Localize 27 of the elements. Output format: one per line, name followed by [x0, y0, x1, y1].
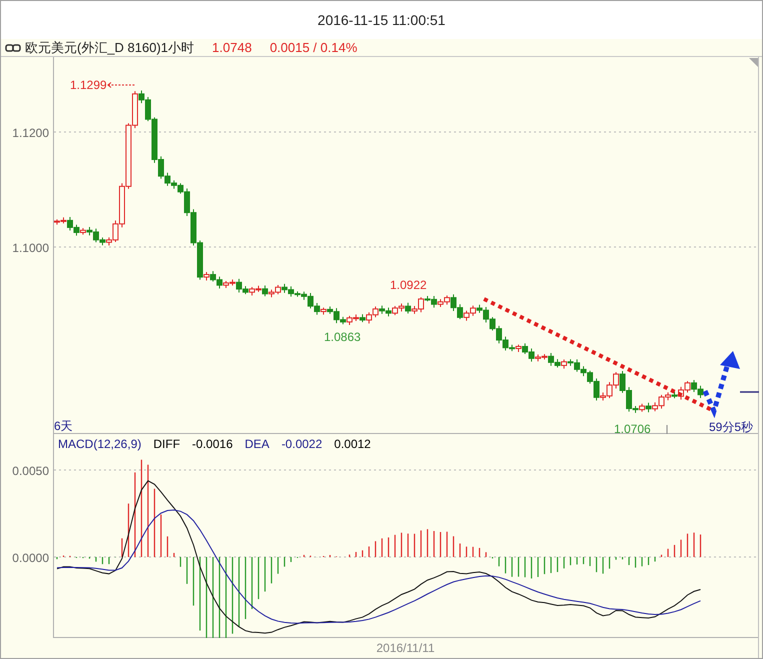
countdown-text: 59分5秒	[709, 419, 754, 436]
tick-mark	[666, 424, 668, 434]
price-text: 1.0748	[212, 38, 252, 57]
macd-legend-text: 0.0012	[334, 436, 371, 453]
link-icon[interactable]	[5, 44, 21, 52]
leader-arrow-icon	[106, 82, 135, 88]
symbol-text: 欧元美元(外汇_D 8160)1小时	[25, 38, 194, 57]
price-annotation: 1.0863	[324, 329, 361, 346]
corner-triangle	[749, 58, 758, 67]
price-annotation: 1.0706	[614, 421, 651, 438]
macd-legend-text: DIFF	[153, 436, 180, 453]
axis-label: 1.1000	[12, 240, 49, 257]
price-level-line	[740, 391, 759, 393]
date-label: 2016/11/11	[376, 640, 435, 657]
macd-legend-text: -0.0022	[281, 436, 322, 453]
change-text: 0.0015 / 0.14%	[270, 38, 358, 57]
price-annotation: 1.0922	[390, 277, 427, 294]
macd-legend-text: -0.0016	[192, 436, 233, 453]
span-label: 6天	[54, 418, 73, 435]
axis-label: 0.0050	[12, 463, 49, 480]
axis-label: 1.1200	[12, 125, 49, 142]
arrow-drawing	[702, 351, 740, 418]
macd-legend-text: MACD(12,26,9)	[58, 436, 142, 453]
price-annotation: 1.1299	[70, 77, 107, 94]
datetime-text: 2016-11-15 11:00:51	[318, 10, 446, 30]
macd-legend-text: DEA	[244, 436, 270, 453]
axis-label: 0.0000	[12, 550, 49, 567]
